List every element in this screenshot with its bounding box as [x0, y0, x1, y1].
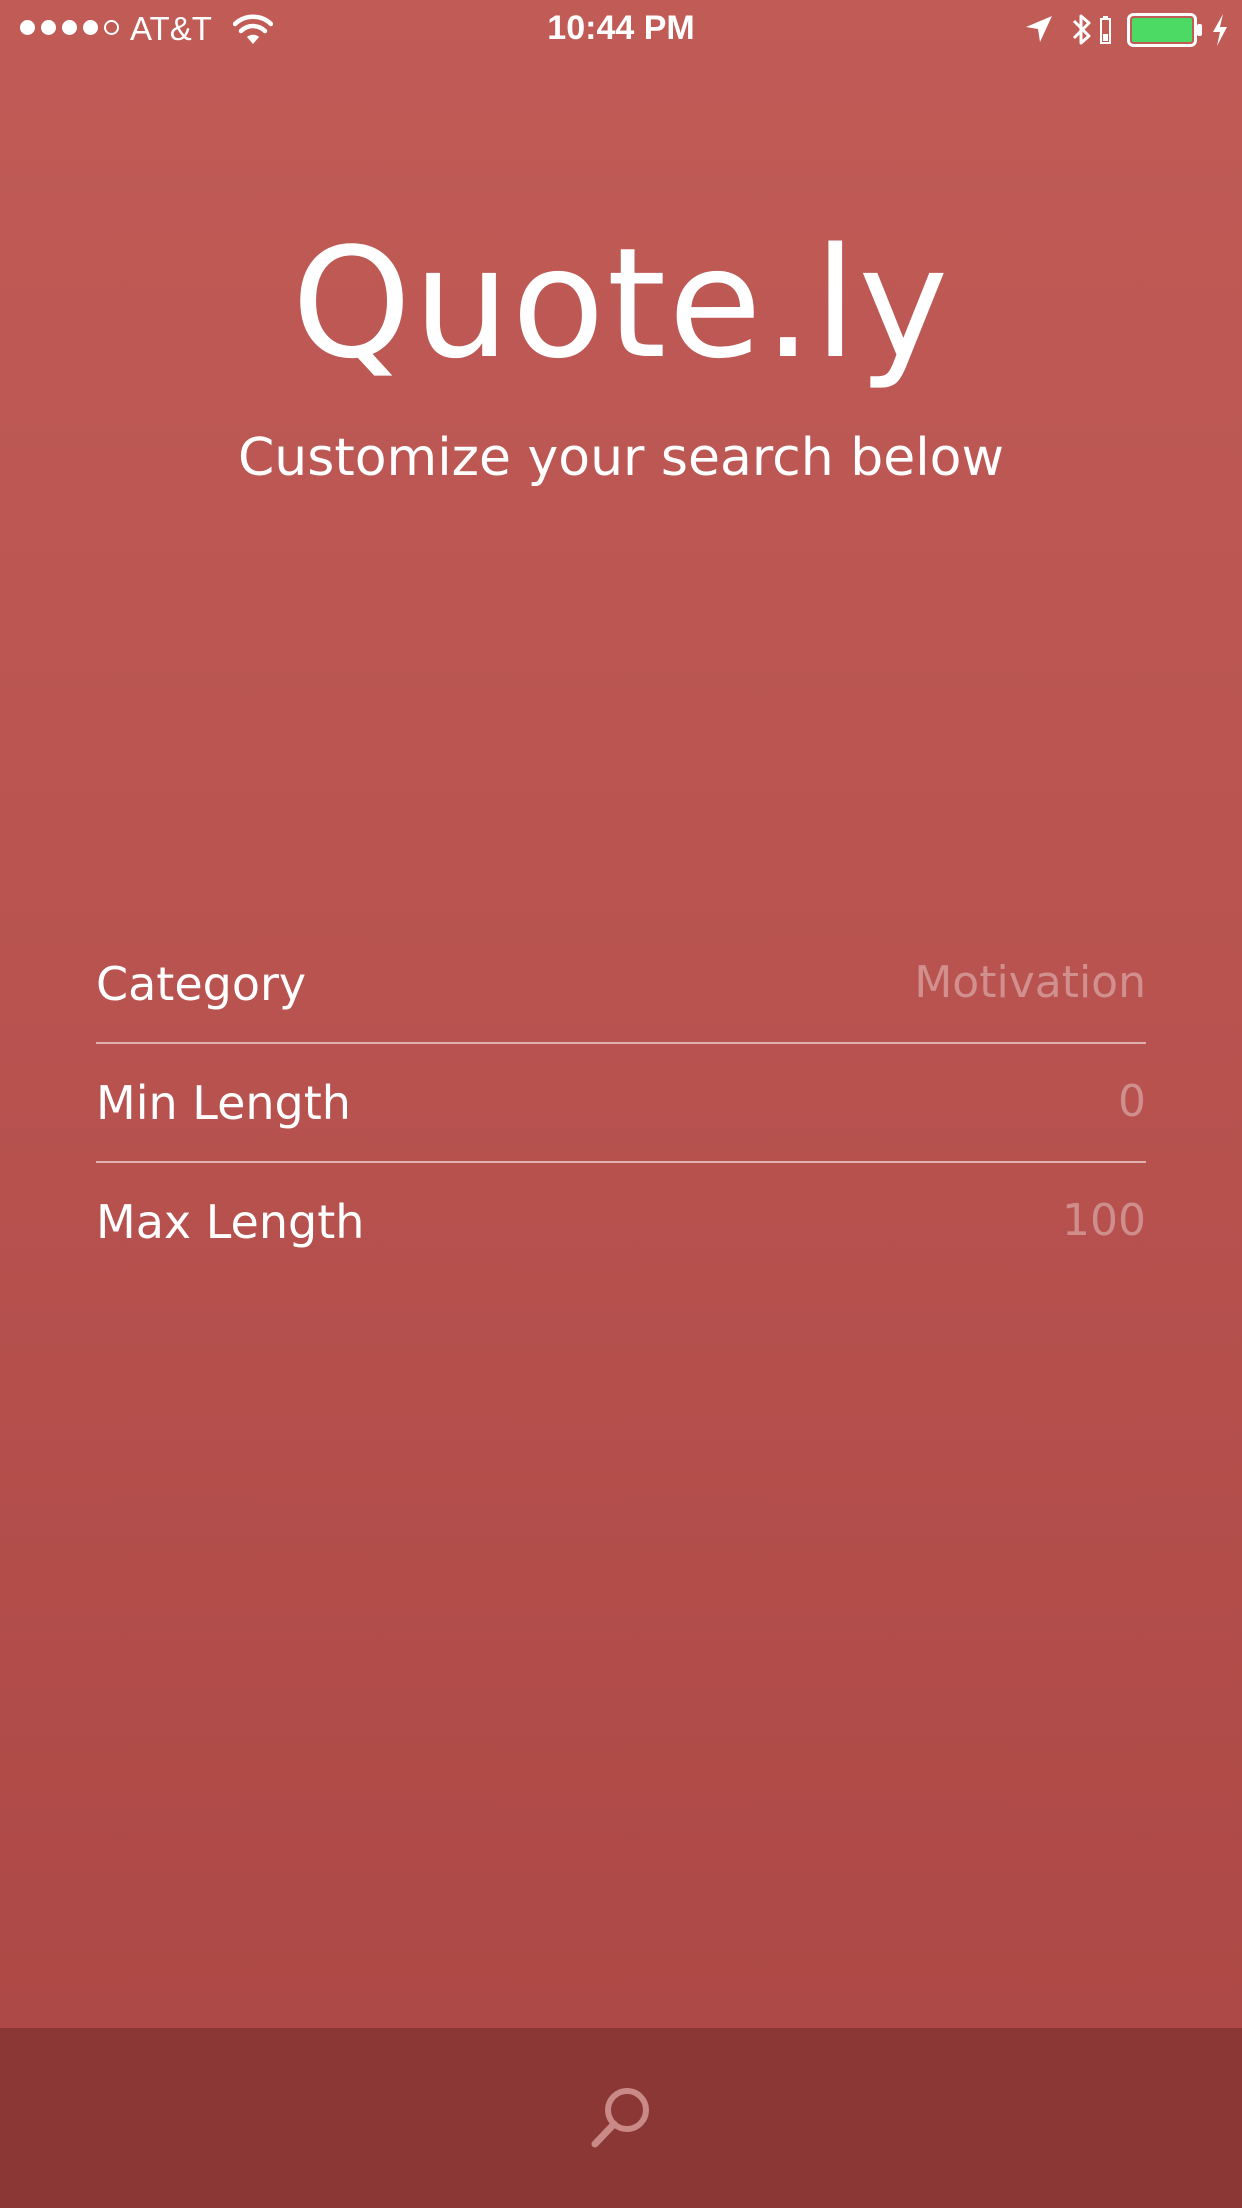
settings-row-min-length[interactable]: Min Length 0	[96, 1044, 1146, 1163]
location-arrow-icon	[1024, 14, 1054, 48]
bottom-bar	[0, 2028, 1242, 2208]
min-length-label: Min Length	[96, 1076, 351, 1130]
battery-indicator-small-icon	[1100, 16, 1112, 48]
category-value[interactable]: Motivation	[914, 961, 1146, 1005]
max-length-label: Max Length	[96, 1195, 365, 1249]
app-subtitle: Customize your search below	[238, 428, 1004, 488]
status-bar: AT&T 10:44 PM	[0, 0, 1242, 60]
status-time: 10:44 PM	[547, 9, 695, 47]
settings-row-category[interactable]: Category Motivation	[96, 925, 1146, 1044]
search-icon	[583, 2080, 659, 2160]
charging-bolt-icon	[1210, 12, 1230, 52]
app-screen: AT&T 10:44 PM Quote.ly Customize your se…	[0, 0, 1242, 2208]
bluetooth-icon	[1070, 12, 1094, 52]
max-length-value[interactable]: 100	[1062, 1199, 1146, 1243]
min-length-value[interactable]: 0	[1118, 1080, 1146, 1124]
battery-icon	[1127, 13, 1203, 51]
settings-row-max-length[interactable]: Max Length 100	[96, 1163, 1146, 1282]
app-title: Quote.ly	[291, 215, 951, 392]
category-label: Category	[96, 957, 307, 1011]
search-button[interactable]	[576, 2080, 666, 2160]
search-settings-list: Category Motivation Min Length 0 Max Len…	[96, 925, 1146, 1282]
